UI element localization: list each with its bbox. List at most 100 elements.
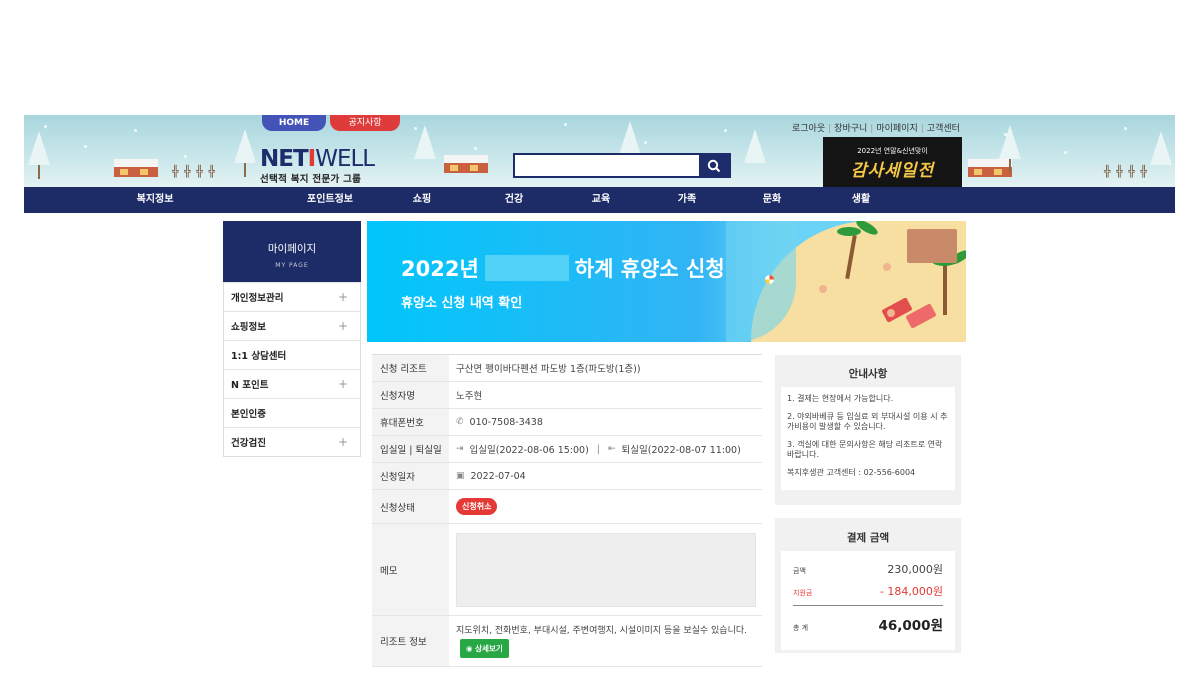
amount-value: 230,000원 [887,563,943,576]
divider [793,605,943,606]
ad-banner-title: 감사세일전 [850,161,935,181]
nav-family[interactable]: 가족 [644,187,730,213]
sidebar-header: 마이페이지 MY PAGE [223,221,361,282]
applied-date-label: 신청일자 [372,463,449,489]
notice-link[interactable]: 공지사항 [330,115,400,131]
sidebar-item-label: 개인정보관리 [231,293,284,304]
name-label: 신청자명 [372,382,449,408]
search-input[interactable] [515,155,699,176]
table-row: 신청 리조트 구산면 펭이바다펜션 파도방 1층(파도방(1층)) [372,355,762,382]
nav-health[interactable]: 건강 [470,187,558,213]
resort-info-label: 리조트 정보 [372,616,449,666]
sidebar-item-label: 건강검진 [231,438,266,449]
sidebar-item-shopping[interactable]: 쇼핑정보 + [224,311,360,340]
sidebar-title: 마이페이지 [267,243,317,255]
search-bar [513,153,731,178]
nav-life[interactable]: 생활 [814,187,908,213]
mypage-link[interactable]: 마이페이지 [876,124,917,134]
nav-welfare[interactable]: 복지정보 [24,187,286,213]
cart-link[interactable]: 장바구니 [834,124,867,134]
payment-body: 금액 230,000원 지원금 - 184,000원 총 계 46,000원 [781,551,955,650]
plus-icon: + [337,377,348,391]
table-row: 휴대폰번호 ✆ 010-7508-3438 [372,409,762,436]
sidebar-item-label: N 포인트 [231,380,269,391]
logo-net: NET [260,146,309,172]
memo-box [456,532,756,607]
logo-well: WELL [315,146,375,172]
view-details-button[interactable]: ◉ 상세보기 [460,639,509,658]
site-header: ╬ ╬ ╬ ╬ ╬ ╬ ╬ ╬ HOME 공지사항 NETIWELL 선택적 복… [24,115,1175,187]
table-row: 리조트 정보 지도위치, 전화번호, 부대시설, 주변여행지, 시설이미지 등을… [372,616,762,667]
sidebar-item-personal-info[interactable]: 개인정보관리 + [224,282,360,311]
sidebar-item-verification[interactable]: 본인인증 [224,398,360,427]
utility-links: 로그아웃 | 장바구니 | 마이페이지 | 고객센터 [792,124,960,134]
plus-icon: + [337,319,348,333]
total-line: 총 계 46,000원 [793,614,943,634]
notice-item: 1. 결제는 현장에서 가능합니다. [787,394,894,403]
status-badge: 신청취소 [456,498,498,515]
memo-label: 메모 [372,524,449,615]
phone-value: 010-7508-3438 [469,416,543,428]
table-row: 메모 [372,524,762,616]
beach-ball-icon [765,275,774,284]
logo-tagline: 선택적 복지 전문가 그룹 [260,174,362,185]
amount-label: 금액 [793,567,806,575]
resort-label: 신청 리조트 [372,355,449,381]
applied-date-value: 2022-07-04 [470,470,526,482]
resort-info-text: 지도위치, 전화번호, 부대시설, 주변여행지, 시설이미지 등을 보실수 있습… [456,626,748,636]
checkin-value: 입실일(2022-08-06 15:00) [469,445,589,456]
table-row: 신청상태 신청취소 [372,490,762,524]
site-logo[interactable]: NETIWELL 선택적 복지 전문가 그룹 [260,146,375,185]
top-nav: HOME 공지사항 [262,115,400,131]
phone-icon: ✆ [456,417,464,427]
sidebar-item-label: 본인인증 [231,409,266,420]
notice-body: 1. 결제는 현장에서 가능합니다. 2. 야외바베큐 등 입실료 외 부대시설… [781,387,955,490]
redacted-block [484,255,569,281]
total-label: 총 계 [793,624,809,632]
main-nav: 복지정보 포인트정보 쇼핑 건강 교육 가족 문화 생활 [24,187,1175,213]
customer-center-link[interactable]: 고객센터 [927,124,960,134]
hero-title: 2022년 하계 휴양소 신청 [401,255,725,281]
eye-icon: ◉ [466,644,476,653]
sidebar-item-npoint[interactable]: N 포인트 + [224,369,360,398]
notice-item: 2. 야외바베큐 등 입실료 외 부대시설 이용 시 추가비용이 발생할 수 있… [787,412,948,431]
sidebar-subtitle: MY PAGE [275,262,309,269]
plus-icon: + [337,290,348,304]
nav-shopping[interactable]: 쇼핑 [374,187,470,213]
resort-value: 구산면 펭이바다펜션 파도방 1층(파도방(1층)) [456,364,641,375]
subsidy-label: 지원금 [793,589,813,597]
amount-line: 금액 230,000원 [793,561,943,577]
nav-points[interactable]: 포인트정보 [286,187,374,213]
plus-icon: + [337,435,348,449]
checkout-value: 퇴실일(2022-08-07 11:00) [621,445,741,456]
subsidy-value: - 184,000원 [879,585,943,598]
total-value: 46,000원 [878,618,943,634]
nav-culture[interactable]: 문화 [730,187,814,213]
logout-link[interactable]: 로그아웃 [792,124,825,134]
sidebar-item-counsel[interactable]: 1:1 상담센터 [224,340,360,369]
sidebar-item-checkup[interactable]: 건강검진 + [224,427,360,456]
notice-title: 안내사항 [848,368,888,380]
search-icon [707,159,721,172]
table-row: 입실일 | 퇴실일 ⇥ 입실일(2022-08-06 15:00) | ⇤ 퇴실일(… [372,436,762,463]
search-button[interactable] [699,155,729,176]
table-row: 신청자명 노주현 [372,382,762,409]
home-link[interactable]: HOME [262,115,326,131]
nav-education[interactable]: 교육 [558,187,644,213]
checkout-icon: ⇤ [608,444,616,454]
sidebar-item-label: 쇼핑정보 [231,322,266,333]
application-detail-table: 신청 리조트 구산면 펭이바다펜션 파도방 1층(파도방(1층)) 신청자명 노… [372,354,762,667]
ad-banner-subtitle: 2022년 연말&신년맞이 [857,147,928,155]
hero-subtitle: 휴양소 신청 내역 확인 [401,296,523,311]
calendar-icon: ▣ [456,471,465,481]
phone-label: 휴대폰번호 [372,409,449,435]
name-value: 노주현 [456,391,483,402]
payment-title: 결제 금액 [846,532,890,544]
date-separator: | [596,443,600,455]
sidebar-item-label: 1:1 상담센터 [231,351,287,362]
sidebar-menu: 개인정보관리 + 쇼핑정보 + 1:1 상담센터 N 포인트 + 본인인증 건강검진 + [223,282,361,457]
ad-banner[interactable]: 2022년 연말&신년맞이 감사세일전 [823,137,962,187]
notice-item: 3. 객실에 대한 문의사항은 해당 리조트로 연락바랍니다. [787,440,943,459]
status-label: 신청상태 [372,490,449,523]
dates-label: 입실일 | 퇴실일 [372,436,449,462]
